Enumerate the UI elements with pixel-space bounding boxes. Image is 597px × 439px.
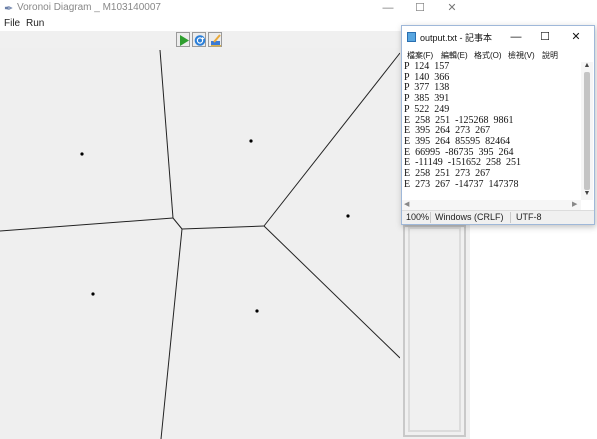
notepad-vertical-scrollbar[interactable]: ▲ ▼	[581, 62, 593, 200]
notepad-title: output.txt - 記事本	[420, 33, 493, 43]
text-line: P 522 249	[404, 103, 450, 115]
scroll-up-icon[interactable]: ▲	[581, 62, 593, 69]
menu-run[interactable]: Run	[26, 18, 44, 29]
close-button[interactable]: ✕	[436, 0, 468, 17]
maximize-button[interactable]: ☐	[404, 0, 436, 17]
minimize-button[interactable]: —	[372, 0, 404, 17]
notepad-menu-file[interactable]: 檔案(F)	[407, 50, 433, 61]
notepad-icon	[407, 32, 416, 42]
clear-button[interactable]	[208, 32, 222, 47]
play-icon	[180, 35, 189, 46]
voronoi-diagram	[0, 49, 400, 439]
scroll-right-icon[interactable]: ▶	[572, 200, 577, 208]
notepad-menu-help[interactable]: 說明	[542, 50, 558, 61]
status-divider	[430, 212, 431, 223]
voronoi-edge	[0, 217, 174, 232]
text-line: E 273 267 -14737 147378	[404, 178, 519, 190]
notepad-text-area[interactable]: P 124 157 P 140 366 P 377 138 P 385 391 …	[404, 62, 580, 222]
encoding: UTF-8	[516, 212, 542, 222]
voronoi-edge	[263, 225, 400, 359]
notepad-window: output.txt - 記事本 — ☐ ✕ 檔案(F) 編輯(E) 格式(O)…	[401, 25, 595, 225]
background-window-inner	[408, 227, 461, 432]
notepad-menu-view[interactable]: 檢視(V)	[508, 50, 535, 61]
line-ending: Windows (CRLF)	[435, 212, 504, 222]
scroll-thumb[interactable]	[584, 72, 590, 190]
status-divider	[510, 212, 511, 223]
voronoi-site	[255, 309, 259, 313]
notepad-maximize-button[interactable]: ☐	[532, 29, 558, 45]
notepad-status-bar: 100% Windows (CRLF) UTF-8	[402, 210, 594, 224]
voronoi-canvas[interactable]	[0, 48, 400, 439]
background-window-frame	[403, 225, 466, 437]
voronoi-edge	[263, 52, 400, 227]
main-window: ✒ Voronoi Diagram _ M103140007 — ☐ ✕ Fil…	[0, 0, 470, 439]
run-button[interactable]	[176, 32, 190, 47]
notepad-minimize-button[interactable]: —	[503, 29, 529, 45]
scroll-down-icon[interactable]: ▼	[581, 190, 593, 197]
step-button[interactable]	[192, 32, 206, 47]
menu-bar: File Run	[0, 17, 470, 31]
zoom-level: 100%	[406, 212, 430, 222]
notepad-close-button[interactable]: ✕	[563, 29, 589, 45]
menu-file[interactable]: File	[4, 18, 20, 29]
voronoi-edge	[172, 217, 183, 230]
step-icon	[194, 35, 206, 46]
voronoi-site	[249, 139, 253, 143]
notepad-menu-format[interactable]: 格式(O)	[474, 50, 502, 61]
notepad-menu-bar: 檔案(F) 編輯(E) 格式(O) 檢視(V) 說明	[402, 48, 594, 62]
voronoi-edge	[160, 228, 183, 439]
voronoi-edge	[181, 225, 265, 230]
voronoi-site	[346, 214, 350, 218]
voronoi-edge	[159, 49, 174, 219]
notepad-menu-edit[interactable]: 編輯(E)	[441, 50, 468, 61]
clear-icon	[211, 34, 221, 47]
voronoi-site	[80, 152, 84, 156]
notepad-title-bar: output.txt - 記事本 — ☐ ✕	[402, 26, 594, 48]
title-bar: ✒ Voronoi Diagram _ M103140007 — ☐ ✕	[0, 0, 470, 17]
scroll-left-icon[interactable]: ◀	[404, 200, 409, 208]
notepad-horizontal-scrollbar[interactable]: ◀ ▶	[402, 200, 581, 210]
voronoi-site	[91, 292, 95, 296]
window-title: Voronoi Diagram _ M103140007	[17, 2, 161, 13]
feather-icon: ✒	[4, 3, 14, 15]
